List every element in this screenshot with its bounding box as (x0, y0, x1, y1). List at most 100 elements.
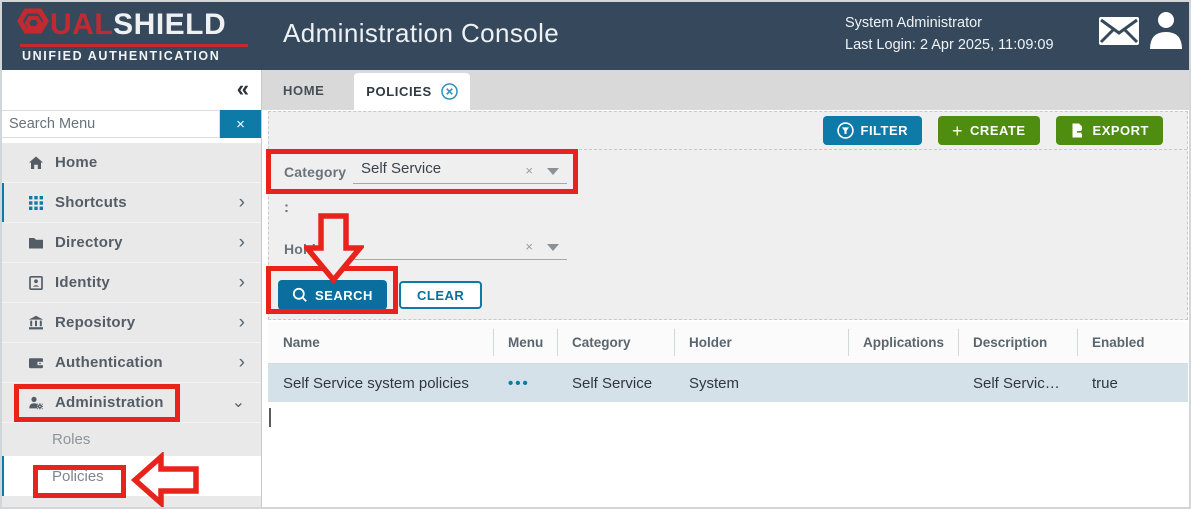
chevron-right-icon: › (238, 352, 245, 373)
sidebar: « × Home Shortcuts (0, 70, 262, 509)
filter-button[interactable]: FILTER (822, 116, 923, 145)
create-button[interactable]: + CREATE (938, 116, 1040, 145)
grid-icon (29, 195, 43, 210)
sidebar-subitem-label: Policies (52, 467, 104, 485)
cell-name: Self Service system policies (283, 374, 469, 392)
cell-category: Self Service (572, 374, 653, 392)
sidebar-item-label: Identity (55, 274, 110, 291)
holder-select[interactable]: × (353, 233, 567, 260)
sidebar-item-directory[interactable]: Directory › (0, 223, 261, 263)
main-content: FILTER + CREATE EXPORT Category Self Ser… (262, 110, 1191, 509)
select-clear-icon[interactable]: × (525, 163, 533, 178)
hexagon-logo-icon (17, 8, 49, 34)
folder-icon (29, 237, 43, 248)
select-clear-icon[interactable]: × (525, 239, 533, 254)
cell-holder: System (689, 374, 740, 392)
dualshield-logo: UAL SHIELD UNIFIED AUTHENTICATION (16, 7, 266, 63)
sidebar-item-home[interactable]: Home (0, 143, 261, 183)
column-header[interactable]: Menu (493, 322, 557, 363)
column-header[interactable]: Applications (848, 322, 958, 363)
brand-shield: SHIELD (113, 8, 227, 41)
select-caret-icon[interactable] (547, 244, 559, 251)
column-header[interactable]: Holder (674, 322, 848, 363)
holder-label: Holder : (284, 241, 339, 257)
column-header[interactable]: Enabled (1077, 322, 1188, 363)
column-header[interactable]: Name (268, 322, 493, 363)
sidebar-subitem-label: Roles (52, 431, 91, 448)
search-menu-input[interactable] (0, 110, 220, 138)
chevron-right-icon: › (238, 312, 245, 333)
page-title: Administration Console (283, 18, 560, 48)
sidebar-item-authentication[interactable]: Authentication › (0, 343, 261, 383)
sidebar-menu: Home Shortcuts › Directory › Identity › … (0, 143, 261, 496)
sidebar-item-identity[interactable]: Identity › (0, 263, 261, 303)
category-select-value: Self Service (361, 160, 442, 177)
sidebar-item-administration[interactable]: Administration ⌄ (0, 383, 261, 423)
user-info: System Administrator Last Login: 2 Apr 2… (845, 13, 1054, 57)
tab-close-icon[interactable] (440, 83, 458, 100)
tab-bar: HOME POLICIES (262, 70, 1191, 110)
sidebar-item-label: Authentication (55, 354, 163, 371)
table-header-row: Name Menu Category Holder Applications D… (268, 322, 1188, 364)
home-icon (29, 156, 43, 169)
user-name: System Administrator (845, 15, 982, 31)
text-cursor-artifact (269, 408, 271, 427)
chevron-right-icon: › (238, 192, 245, 213)
sidebar-item-label: Repository (55, 314, 136, 331)
clear-button[interactable]: CLEAR (399, 281, 483, 309)
export-button[interactable]: EXPORT (1055, 116, 1163, 145)
funnel-icon (836, 122, 854, 139)
search-button[interactable]: SEARCH (278, 280, 387, 310)
column-header[interactable]: Category (557, 322, 674, 363)
search-icon (292, 287, 307, 302)
create-button-label: CREATE (970, 123, 1026, 138)
search-button-label: SEARCH (315, 287, 373, 303)
export-doc-icon (1072, 123, 1085, 138)
select-caret-icon[interactable] (547, 168, 559, 175)
logo-rule (20, 44, 248, 47)
last-login: Last Login: 2 Apr 2025, 11:09:09 (845, 36, 1054, 53)
sidebar-top: « × (0, 70, 261, 143)
wallet-icon (29, 357, 43, 368)
app-header: UAL SHIELD UNIFIED AUTHENTICATION Adminis… (0, 0, 1191, 70)
sidebar-item-label: Administration (55, 394, 164, 411)
sidebar-item-label: Home (55, 154, 98, 171)
mail-icon[interactable] (1098, 16, 1140, 46)
admin-gear-icon (29, 396, 43, 409)
export-button-label: EXPORT (1092, 123, 1149, 138)
cell-applications (848, 364, 958, 402)
search-clear-button[interactable]: × (220, 110, 261, 138)
sidebar-collapse-icon[interactable]: « (237, 74, 249, 105)
brand-dual: UAL (50, 8, 114, 41)
table-row[interactable]: Self Service system policies ••• Self Se… (268, 364, 1188, 402)
stray-colon: : (284, 199, 290, 216)
toolbar: FILTER + CREATE EXPORT (269, 112, 1187, 150)
category-select[interactable]: Self Service × (353, 157, 567, 184)
chevron-right-icon: › (238, 272, 245, 293)
bank-icon (28, 315, 44, 329)
cell-description: Self Servic… (973, 374, 1060, 392)
chevron-right-icon: › (238, 232, 245, 253)
sidebar-item-roles[interactable]: Roles (0, 423, 261, 456)
logo-tagline: UNIFIED AUTHENTICATION (22, 49, 221, 63)
id-card-icon (29, 275, 43, 290)
category-label: Category (284, 164, 347, 180)
filter-button-label: FILTER (860, 123, 909, 138)
sidebar-item-label: Shortcuts (55, 194, 127, 211)
filter-panel: FILTER + CREATE EXPORT Category Self Ser… (268, 111, 1188, 320)
sidebar-item-repository[interactable]: Repository › (0, 303, 261, 343)
cell-enabled: true (1092, 374, 1118, 392)
dualshield-admin-console: UAL SHIELD UNIFIED AUTHENTICATION Adminis… (0, 0, 1191, 509)
sidebar-item-shortcuts[interactable]: Shortcuts › (0, 183, 261, 223)
row-menu-icon[interactable]: ••• (508, 375, 530, 392)
tab-policies[interactable]: POLICIES (354, 73, 470, 110)
sidebar-item-label: Directory (55, 234, 123, 251)
tab-label: POLICIES (366, 84, 432, 99)
chevron-down-icon: ⌄ (231, 394, 245, 411)
plus-icon: + (952, 120, 964, 141)
sidebar-item-policies[interactable]: Policies (0, 456, 261, 496)
user-avatar-icon[interactable] (1148, 11, 1184, 49)
tab-home[interactable]: HOME (283, 70, 324, 110)
policies-table: Name Menu Category Holder Applications D… (268, 322, 1188, 402)
column-header[interactable]: Description (958, 322, 1077, 363)
